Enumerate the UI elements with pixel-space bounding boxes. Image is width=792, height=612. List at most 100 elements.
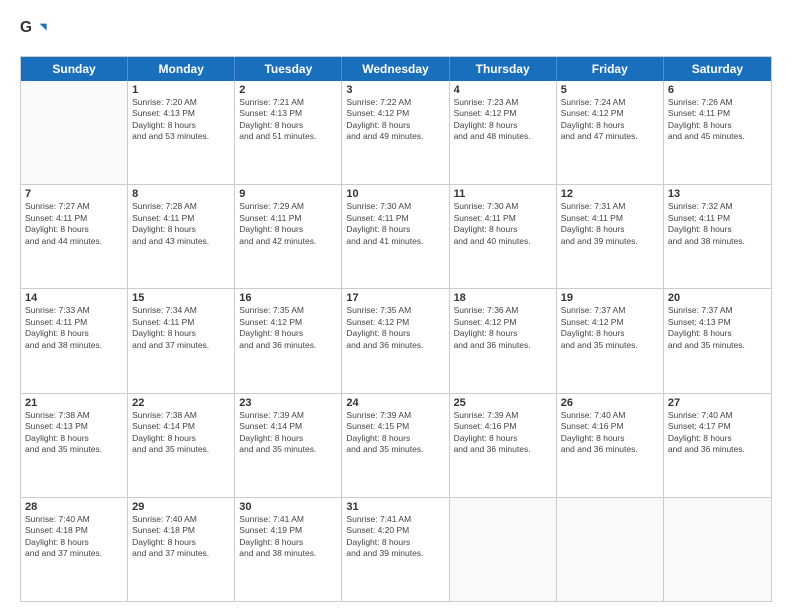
daylight-text: Daylight: 8 hours bbox=[668, 120, 767, 131]
sunset-text: Sunset: 4:20 PM bbox=[346, 525, 444, 536]
daylight-text: Daylight: 8 hours bbox=[561, 328, 659, 339]
sunset-text: Sunset: 4:14 PM bbox=[132, 421, 230, 432]
day-number: 13 bbox=[668, 188, 767, 200]
sunset-text: Sunset: 4:12 PM bbox=[239, 317, 337, 328]
daylight-text: Daylight: 8 hours bbox=[25, 433, 123, 444]
sunset-text: Sunset: 4:19 PM bbox=[239, 525, 337, 536]
sunrise-text: Sunrise: 7:37 AM bbox=[561, 305, 659, 316]
daylight-minutes-text: and and 38 minutes. bbox=[668, 236, 767, 247]
sunrise-text: Sunrise: 7:34 AM bbox=[132, 305, 230, 316]
calendar-cell: 5Sunrise: 7:24 AMSunset: 4:12 PMDaylight… bbox=[557, 81, 664, 184]
daylight-minutes-text: and and 36 minutes. bbox=[668, 444, 767, 455]
svg-text:G: G bbox=[20, 19, 32, 36]
sunset-text: Sunset: 4:11 PM bbox=[561, 213, 659, 224]
sunset-text: Sunset: 4:12 PM bbox=[454, 108, 552, 119]
calendar-cell: 6Sunrise: 7:26 AMSunset: 4:11 PMDaylight… bbox=[664, 81, 771, 184]
sunset-text: Sunset: 4:15 PM bbox=[346, 421, 444, 432]
sunrise-text: Sunrise: 7:38 AM bbox=[25, 410, 123, 421]
day-number: 16 bbox=[239, 292, 337, 304]
daylight-minutes-text: and and 43 minutes. bbox=[132, 236, 230, 247]
sunrise-text: Sunrise: 7:39 AM bbox=[239, 410, 337, 421]
sunset-text: Sunset: 4:13 PM bbox=[25, 421, 123, 432]
calendar-cell: 22Sunrise: 7:38 AMSunset: 4:14 PMDayligh… bbox=[128, 394, 235, 497]
calendar-cell: 26Sunrise: 7:40 AMSunset: 4:16 PMDayligh… bbox=[557, 394, 664, 497]
daylight-text: Daylight: 8 hours bbox=[25, 328, 123, 339]
sunrise-text: Sunrise: 7:21 AM bbox=[239, 97, 337, 108]
daylight-minutes-text: and and 36 minutes. bbox=[454, 340, 552, 351]
day-number: 31 bbox=[346, 501, 444, 513]
daylight-text: Daylight: 8 hours bbox=[454, 433, 552, 444]
sunset-text: Sunset: 4:14 PM bbox=[239, 421, 337, 432]
calendar-cell bbox=[664, 498, 771, 601]
sunrise-text: Sunrise: 7:20 AM bbox=[132, 97, 230, 108]
sunrise-text: Sunrise: 7:31 AM bbox=[561, 201, 659, 212]
day-number: 10 bbox=[346, 188, 444, 200]
daylight-minutes-text: and and 37 minutes. bbox=[25, 548, 123, 559]
sunset-text: Sunset: 4:13 PM bbox=[132, 108, 230, 119]
calendar-cell: 9Sunrise: 7:29 AMSunset: 4:11 PMDaylight… bbox=[235, 185, 342, 288]
day-number: 9 bbox=[239, 188, 337, 200]
sunrise-text: Sunrise: 7:39 AM bbox=[454, 410, 552, 421]
calendar-cell bbox=[21, 81, 128, 184]
daylight-minutes-text: and and 35 minutes. bbox=[561, 340, 659, 351]
calendar-cell: 17Sunrise: 7:35 AMSunset: 4:12 PMDayligh… bbox=[342, 289, 449, 392]
day-number: 4 bbox=[454, 84, 552, 96]
sunset-text: Sunset: 4:11 PM bbox=[132, 317, 230, 328]
daylight-text: Daylight: 8 hours bbox=[132, 224, 230, 235]
sunset-text: Sunset: 4:16 PM bbox=[561, 421, 659, 432]
day-number: 28 bbox=[25, 501, 123, 513]
daylight-text: Daylight: 8 hours bbox=[239, 328, 337, 339]
sunrise-text: Sunrise: 7:28 AM bbox=[132, 201, 230, 212]
daylight-text: Daylight: 8 hours bbox=[668, 224, 767, 235]
weekday-header: Wednesday bbox=[342, 57, 449, 81]
daylight-minutes-text: and and 53 minutes. bbox=[132, 131, 230, 142]
weekday-header: Monday bbox=[128, 57, 235, 81]
weekday-header: Thursday bbox=[450, 57, 557, 81]
sunrise-text: Sunrise: 7:40 AM bbox=[668, 410, 767, 421]
day-number: 3 bbox=[346, 84, 444, 96]
day-number: 20 bbox=[668, 292, 767, 304]
daylight-text: Daylight: 8 hours bbox=[668, 433, 767, 444]
calendar-row: 7Sunrise: 7:27 AMSunset: 4:11 PMDaylight… bbox=[21, 185, 771, 289]
sunset-text: Sunset: 4:12 PM bbox=[346, 317, 444, 328]
sunrise-text: Sunrise: 7:39 AM bbox=[346, 410, 444, 421]
sunrise-text: Sunrise: 7:40 AM bbox=[132, 514, 230, 525]
day-number: 30 bbox=[239, 501, 337, 513]
calendar-cell: 7Sunrise: 7:27 AMSunset: 4:11 PMDaylight… bbox=[21, 185, 128, 288]
sunrise-text: Sunrise: 7:35 AM bbox=[346, 305, 444, 316]
daylight-text: Daylight: 8 hours bbox=[132, 433, 230, 444]
day-number: 1 bbox=[132, 84, 230, 96]
day-number: 11 bbox=[454, 188, 552, 200]
calendar-cell: 13Sunrise: 7:32 AMSunset: 4:11 PMDayligh… bbox=[664, 185, 771, 288]
sunset-text: Sunset: 4:11 PM bbox=[132, 213, 230, 224]
sunset-text: Sunset: 4:11 PM bbox=[239, 213, 337, 224]
daylight-minutes-text: and and 42 minutes. bbox=[239, 236, 337, 247]
daylight-text: Daylight: 8 hours bbox=[561, 120, 659, 131]
daylight-text: Daylight: 8 hours bbox=[346, 120, 444, 131]
daylight-text: Daylight: 8 hours bbox=[561, 433, 659, 444]
day-number: 25 bbox=[454, 397, 552, 409]
page-header: G bbox=[20, 18, 772, 46]
daylight-minutes-text: and and 36 minutes. bbox=[454, 444, 552, 455]
day-number: 8 bbox=[132, 188, 230, 200]
calendar-cell: 24Sunrise: 7:39 AMSunset: 4:15 PMDayligh… bbox=[342, 394, 449, 497]
daylight-text: Daylight: 8 hours bbox=[239, 120, 337, 131]
daylight-minutes-text: and and 49 minutes. bbox=[346, 131, 444, 142]
sunset-text: Sunset: 4:11 PM bbox=[668, 213, 767, 224]
daylight-minutes-text: and and 36 minutes. bbox=[239, 340, 337, 351]
sunrise-text: Sunrise: 7:26 AM bbox=[668, 97, 767, 108]
calendar-cell: 2Sunrise: 7:21 AMSunset: 4:13 PMDaylight… bbox=[235, 81, 342, 184]
sunset-text: Sunset: 4:13 PM bbox=[668, 317, 767, 328]
daylight-minutes-text: and and 35 minutes. bbox=[239, 444, 337, 455]
daylight-minutes-text: and and 48 minutes. bbox=[454, 131, 552, 142]
sunrise-text: Sunrise: 7:40 AM bbox=[25, 514, 123, 525]
sunset-text: Sunset: 4:12 PM bbox=[561, 108, 659, 119]
sunrise-text: Sunrise: 7:41 AM bbox=[346, 514, 444, 525]
weekday-header: Saturday bbox=[664, 57, 771, 81]
weekday-header: Friday bbox=[557, 57, 664, 81]
daylight-text: Daylight: 8 hours bbox=[239, 224, 337, 235]
calendar-cell: 31Sunrise: 7:41 AMSunset: 4:20 PMDayligh… bbox=[342, 498, 449, 601]
daylight-minutes-text: and and 51 minutes. bbox=[239, 131, 337, 142]
sunrise-text: Sunrise: 7:32 AM bbox=[668, 201, 767, 212]
day-number: 27 bbox=[668, 397, 767, 409]
